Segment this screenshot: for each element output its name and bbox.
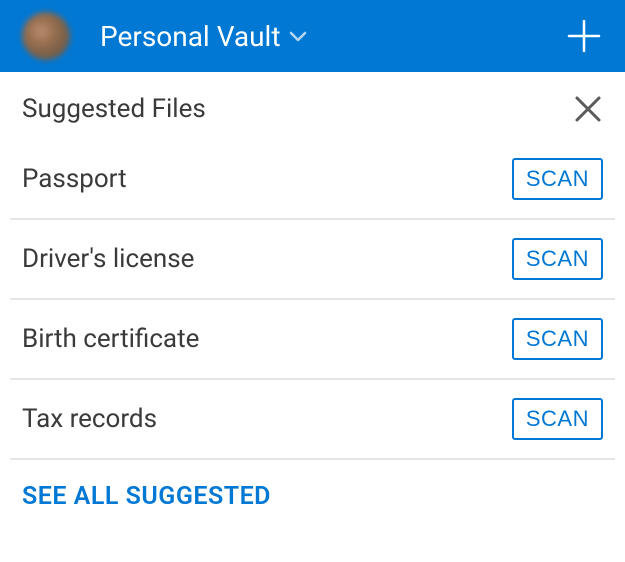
section-title: Suggested Files (22, 94, 206, 124)
list-item: Driver's license SCAN (10, 220, 615, 300)
see-all-container: SEE ALL SUGGESTED (0, 460, 625, 533)
list-item-label: Driver's license (22, 244, 194, 274)
scan-button[interactable]: SCAN (512, 158, 603, 200)
scan-button[interactable]: SCAN (512, 398, 603, 440)
suggested-files-list: Passport SCAN Driver's license SCAN Birt… (0, 140, 625, 460)
scan-button[interactable]: SCAN (512, 318, 603, 360)
vault-selector[interactable]: Personal Vault (100, 20, 307, 53)
list-item: Tax records SCAN (10, 380, 615, 460)
close-suggestions-button[interactable] (573, 94, 603, 124)
avatar[interactable] (22, 12, 70, 60)
list-item: Birth certificate SCAN (10, 300, 615, 380)
suggested-files-header: Suggested Files (0, 72, 625, 140)
see-all-suggested-link[interactable]: SEE ALL SUGGESTED (22, 482, 271, 511)
list-item-label: Tax records (22, 404, 157, 434)
list-item-label: Birth certificate (22, 324, 199, 354)
page-title: Personal Vault (100, 20, 281, 53)
add-button[interactable] (565, 17, 603, 55)
chevron-down-icon (289, 30, 307, 42)
list-item: Passport SCAN (10, 140, 615, 220)
scan-button[interactable]: SCAN (512, 238, 603, 280)
list-item-label: Passport (22, 164, 127, 194)
app-header: Personal Vault (0, 0, 625, 72)
